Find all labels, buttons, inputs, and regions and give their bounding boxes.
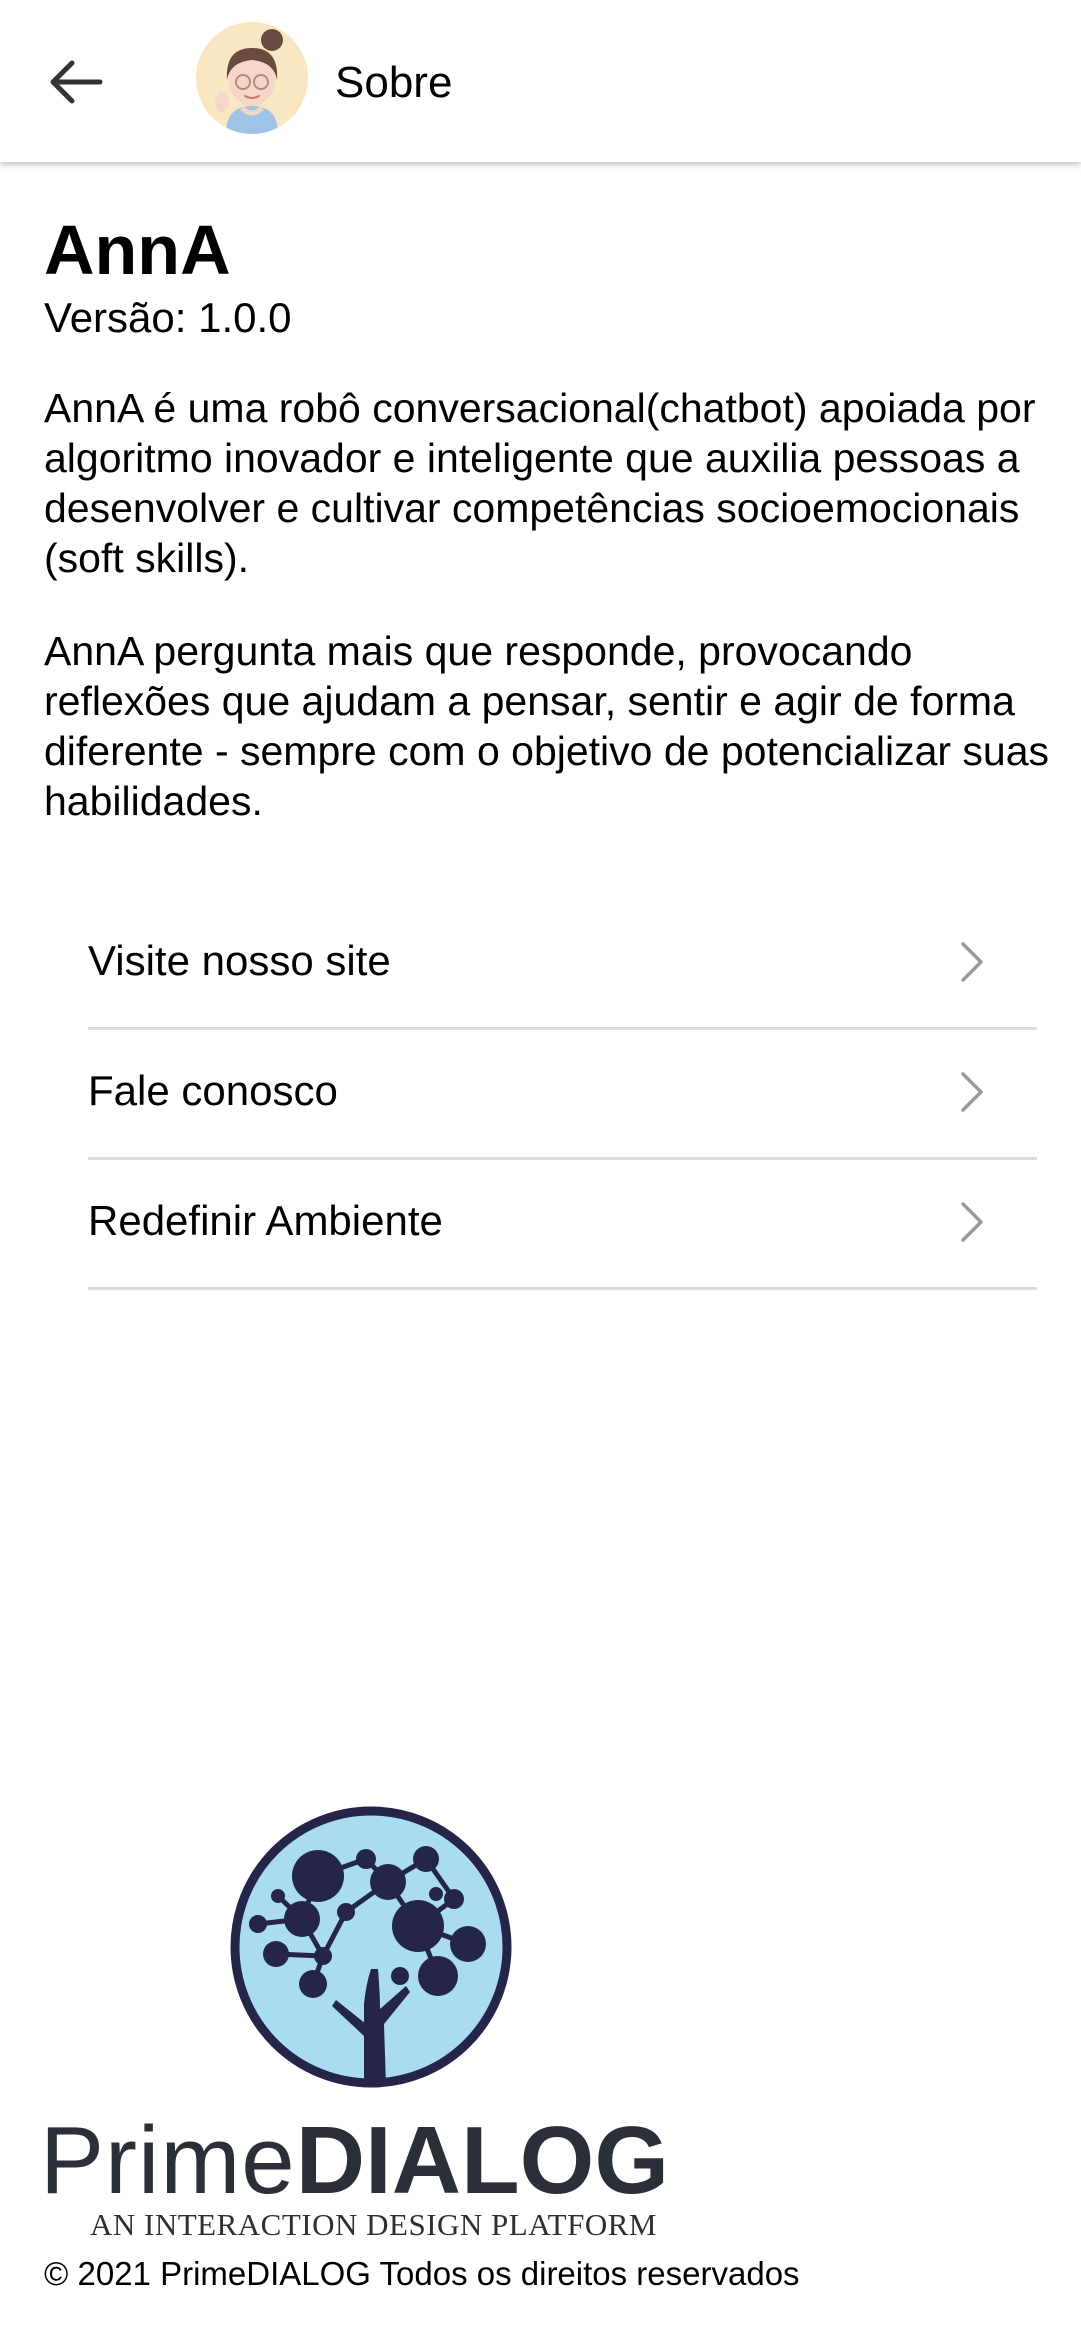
primedialog-tree-logo	[230, 1806, 512, 2088]
copyright-text: © 2021 PrimeDIALOG Todos os direitos res…	[44, 2255, 800, 2292]
settings-menu: Visite nosso site Fale conosco Redefinir…	[88, 900, 1037, 1290]
menu-item-label: Fale conosco	[88, 1067, 338, 1114]
avatar	[196, 22, 308, 134]
description-paragraph: AnnA pergunta mais que responde, provoca…	[44, 628, 1050, 824]
chevron-right-icon	[961, 1072, 983, 1112]
menu-item-reset-environment[interactable]: Redefinir Ambiente	[88, 1160, 1037, 1290]
app-version: Versão: 1.0.0	[44, 294, 292, 341]
chevron-right-icon	[961, 1202, 983, 1242]
chevron-right-icon	[961, 942, 983, 982]
logo-tagline: AN INTERACTION DESIGN PLATFORM	[90, 2207, 657, 2242]
wordmark-dialog: DIALOG	[295, 2107, 669, 2214]
description-paragraph: AnnA é uma robô conversacional(chatbot) …	[44, 385, 1036, 581]
primedialog-wordmark: PrimeDIALOG	[40, 2113, 669, 2209]
menu-item-label: Visite nosso site	[88, 937, 391, 984]
back-arrow-icon[interactable]	[40, 46, 112, 118]
app-name: AnnA	[44, 211, 231, 289]
menu-item-visit-site[interactable]: Visite nosso site	[88, 900, 1037, 1030]
menu-item-label: Redefinir Ambiente	[88, 1197, 443, 1244]
wordmark-prime: Prime	[40, 2107, 296, 2214]
menu-item-contact-us[interactable]: Fale conosco	[88, 1030, 1037, 1160]
app-header: Sobre	[0, 0, 1081, 162]
page-title: Sobre	[335, 58, 453, 107]
